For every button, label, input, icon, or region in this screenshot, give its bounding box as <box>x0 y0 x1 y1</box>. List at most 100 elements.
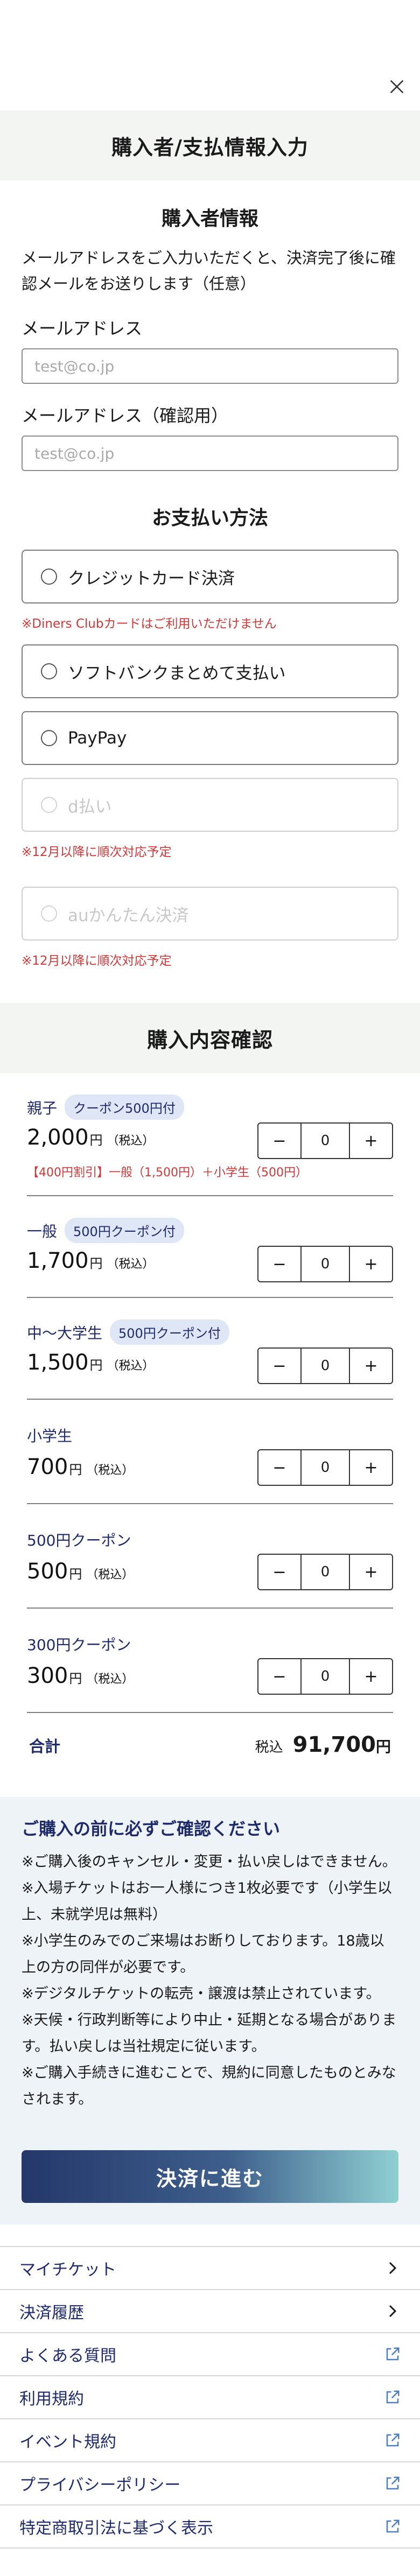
quantity-value: 0 <box>300 1450 350 1485</box>
ticket-item-student: 中〜大学生 500円クーポン付 1,500 円 （税込） − 0 + <box>27 1298 393 1400</box>
caution-box: ご購入の前に必ずご確認ください ※ご購入後のキャンセル・変更・払い戻しはできませ… <box>0 1797 420 2224</box>
caution-list: ※ご購入後のキャンセル・変更・払い戻しはできません。 ※入場チケットはお一人様に… <box>22 1849 398 2112</box>
email-label: メールアドレス <box>22 318 143 339</box>
decrement-button[interactable]: − <box>258 1659 300 1694</box>
increment-button[interactable]: + <box>350 1555 392 1589</box>
purchase-page: 購入者/支払情報入力 購入者情報 メールアドレスをご入力いただくと、決済完了後に… <box>0 0 420 2576</box>
quantity-stepper: − 0 + <box>257 1658 393 1695</box>
confirm-title: 購入内容確認 <box>146 1028 273 1052</box>
pay-option-label: auかんたん決済 <box>68 906 189 925</box>
footer-link-privacy[interactable]: プライバシーポリシー <box>0 2462 420 2505</box>
ticket-item-coupon-300: 300円クーポン 300 円 （税込） − 0 + <box>27 1609 393 1713</box>
ticket-price: 2,000 <box>27 1125 89 1150</box>
pay-option-d-barai: d払い <box>22 778 398 832</box>
pay-note-credit-card: ※Diners Clubカードはご利用いただけません <box>22 617 277 631</box>
footer-link-terms[interactable]: 利用規約 <box>0 2376 420 2419</box>
top-bar <box>0 0 420 110</box>
radio-icon[interactable] <box>41 730 57 746</box>
footer-link-label: プライバシーポリシー <box>19 2476 181 2495</box>
footer-link-my-ticket[interactable]: マイチケット <box>0 2247 420 2290</box>
coupon-badge: クーポン500円付 <box>65 1094 184 1120</box>
pay-option-paypay[interactable]: PayPay <box>22 711 398 765</box>
caution-item: ※入場チケットはお一人様につき1枚必要です（小学生以上、未就学児は無料） <box>22 1880 392 1923</box>
email-input[interactable] <box>22 348 398 384</box>
discount-note: 【400円割引】一般（1,500円）＋小学生（500円） <box>27 1166 307 1180</box>
footer-link-label: よくある質問 <box>19 2347 116 2366</box>
quantity-value: 0 <box>300 1247 350 1281</box>
pay-option-label: PayPay <box>68 728 127 748</box>
price-unit: 円 <box>69 1671 82 1686</box>
pay-option-label: ソフトバンクまとめて支払い <box>68 663 286 683</box>
ticket-name: 300円クーポン <box>27 1636 131 1654</box>
radio-icon <box>41 797 57 813</box>
caution-item: ※天候・行政判断等により中止・延期となる場合があります。払い戻しは当社規定に従い… <box>22 2012 397 2055</box>
quantity-value: 0 <box>300 1124 350 1158</box>
increment-button[interactable]: + <box>350 1349 392 1383</box>
footer-link-label: 決済履歴 <box>19 2304 84 2322</box>
footer-link-faq[interactable]: よくある質問 <box>0 2333 420 2376</box>
tax-label: （税込） <box>107 1258 155 1271</box>
ticket-name: 小学生 <box>27 1427 73 1445</box>
buyer-section: 購入者情報 メールアドレスをご入力いただくと、決済完了後に確認メールをお送りしま… <box>0 203 420 968</box>
pay-option-softbank[interactable]: ソフトバンクまとめて支払い <box>22 644 398 698</box>
quantity-stepper: − 0 + <box>257 1449 393 1486</box>
caution-item: ※デジタルチケットの転売・譲渡は禁止されています。 <box>22 1985 381 2002</box>
decrement-button[interactable]: − <box>258 1555 300 1589</box>
coupon-badge: 500円クーポン付 <box>110 1319 229 1345</box>
footer-link-event-terms[interactable]: イベント規約 <box>0 2419 420 2462</box>
total-label: 合計 <box>29 1737 61 1756</box>
ticket-item-elementary: 小学生 700 円 （税込） − 0 + <box>27 1400 393 1504</box>
decrement-button[interactable]: − <box>258 1124 300 1158</box>
radio-icon[interactable] <box>41 663 57 679</box>
footer-links: マイチケット 決済履歴 よくある質問 利用規約 イベント規約 プライバシーポリシ… <box>0 2246 420 2549</box>
ticket-name: 中〜大学生 <box>27 1324 103 1342</box>
pay-option-label: クレジットカード決済 <box>68 568 235 588</box>
footer-link-payment-history[interactable]: 決済履歴 <box>0 2290 420 2333</box>
ticket-price: 300 <box>27 1663 68 1688</box>
caution-item: ※ご購入後のキャンセル・変更・払い戻しはできません。 <box>22 1854 397 1870</box>
caution-item: ※ご購入手続きに進むことで、規約に同意したものとみなされます。 <box>22 2065 396 2108</box>
proceed-to-payment-button[interactable]: 決済に進む <box>22 2150 398 2203</box>
external-link-icon <box>386 2433 400 2447</box>
confirm-header: 購入内容確認 <box>0 1003 420 1073</box>
pay-option-credit-card[interactable]: クレジットカード決済 <box>22 550 398 603</box>
email-confirm-input[interactable] <box>22 436 398 471</box>
pay-note-d-barai: ※12月以降に順次対応予定 <box>22 845 172 859</box>
total-tax-label: 税込 <box>255 1739 283 1756</box>
ticket-item-parent-child: 親子 クーポン500円付 2,000 円 （税込） − 0 + 【400円割引】… <box>27 1073 393 1196</box>
footer-link-commercial-law[interactable]: 特定商取引法に基づく表示 <box>0 2505 420 2549</box>
tax-label: （税込） <box>107 1134 155 1148</box>
tax-label: （税込） <box>86 1464 134 1477</box>
page-title: 購入者/支払情報入力 <box>111 135 309 159</box>
radio-icon[interactable] <box>41 568 57 585</box>
quantity-stepper: − 0 + <box>257 1122 393 1159</box>
increment-button[interactable]: + <box>350 1247 392 1281</box>
increment-button[interactable]: + <box>350 1659 392 1694</box>
close-button[interactable] <box>386 75 408 98</box>
increment-button[interactable]: + <box>350 1450 392 1485</box>
radio-icon <box>41 906 57 922</box>
increment-button[interactable]: + <box>350 1124 392 1158</box>
footer-link-label: 利用規約 <box>19 2390 84 2409</box>
footer-link-label: 特定商取引法に基づく表示 <box>19 2519 213 2538</box>
tax-label: （税込） <box>107 1359 155 1373</box>
ticket-name: 500円クーポン <box>27 1532 131 1549</box>
payment-title: お支払い方法 <box>151 507 268 529</box>
price-unit: 円 <box>89 1133 103 1148</box>
coupon-badge: 500円クーポン付 <box>65 1218 184 1243</box>
decrement-button[interactable]: − <box>258 1247 300 1281</box>
chevron-right-icon <box>389 2305 397 2318</box>
total-unit: 円 <box>375 1738 391 1756</box>
quantity-stepper: − 0 + <box>257 1347 393 1384</box>
external-link-icon <box>386 2347 400 2361</box>
ticket-name: 一般 <box>27 1222 58 1240</box>
footer-link-label: イベント規約 <box>19 2433 116 2452</box>
decrement-button[interactable]: − <box>258 1450 300 1485</box>
buyer-note: メールアドレスをご入力いただくと、決済完了後に確認メールをお送りします（任意） <box>22 249 396 293</box>
decrement-button[interactable]: − <box>258 1349 300 1383</box>
tax-label: （税込） <box>86 1673 134 1686</box>
ticket-price: 700 <box>27 1455 68 1479</box>
ticket-item-general: 一般 500円クーポン付 1,700 円 （税込） − 0 + <box>27 1196 393 1298</box>
close-icon <box>390 80 404 94</box>
ticket-price: 1,700 <box>27 1248 89 1273</box>
